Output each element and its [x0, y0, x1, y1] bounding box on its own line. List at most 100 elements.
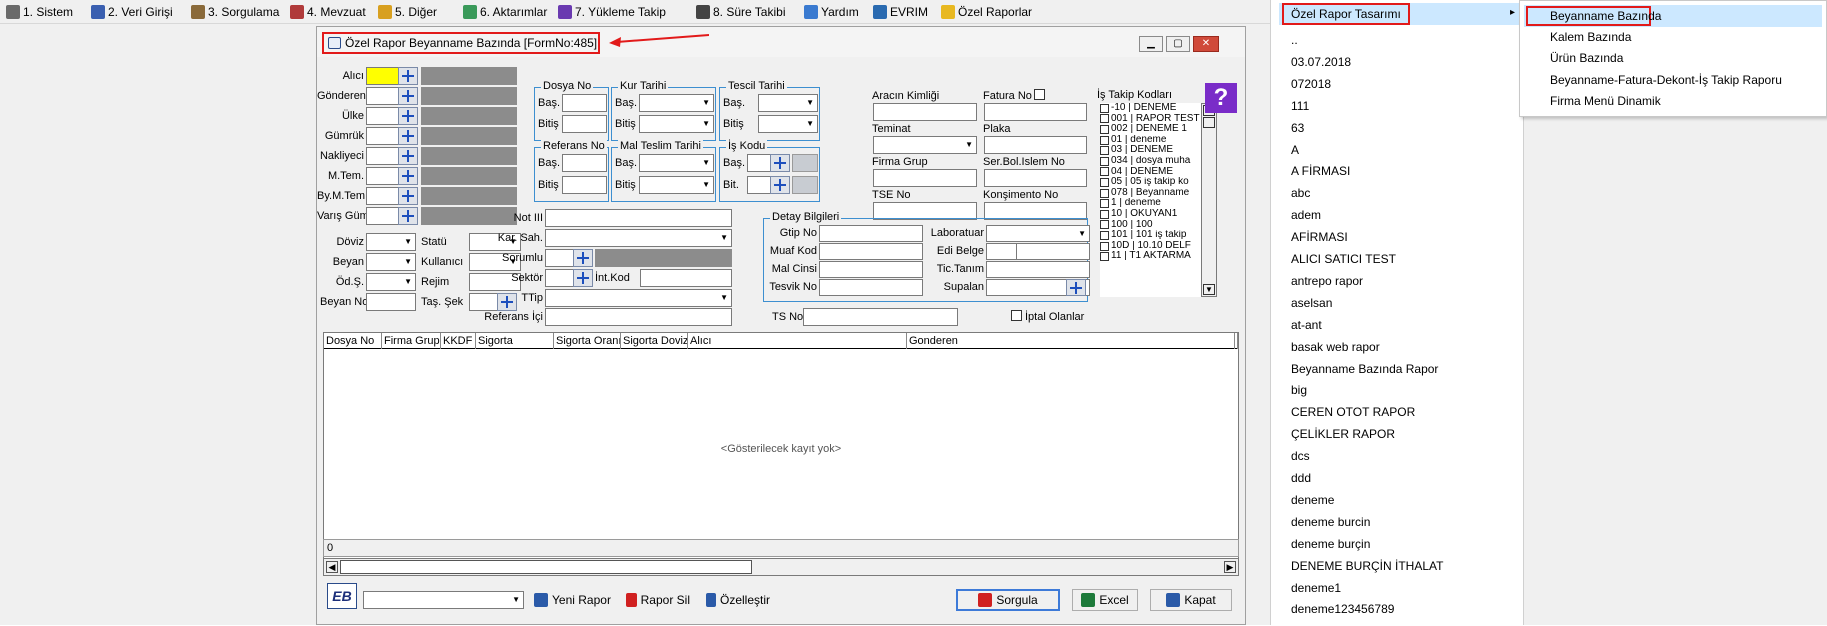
context-menu-item[interactable]: CEREN OTOT RAPOR [1291, 405, 1415, 419]
mal_cinsi-input[interactable] [819, 261, 923, 278]
menu-item-0[interactable]: 1. Sistem [6, 4, 73, 20]
edi-belge-extra[interactable] [1016, 243, 1090, 260]
fatura-no-field[interactable] [984, 103, 1087, 121]
iptal-checkbox[interactable] [1011, 310, 1022, 321]
menu-item-3[interactable]: 4. Mevzuat [290, 4, 366, 20]
lookup-button-1[interactable] [398, 87, 418, 105]
context-menu-item[interactable]: Beyanname Bazında Rapor [1291, 362, 1438, 376]
lookup-button-0[interactable] [398, 67, 418, 85]
is-takip-checkbox[interactable] [1100, 252, 1109, 262]
lookup-button-5[interactable] [398, 167, 418, 185]
beyan-no-input[interactable] [366, 293, 416, 311]
is-takip-item[interactable]: 002 | DENEME 1 [1100, 124, 1201, 135]
context-menu-item[interactable]: antrepo rapor [1291, 274, 1363, 288]
tesvik-input[interactable] [819, 279, 923, 296]
code-input-6[interactable] [366, 187, 400, 205]
lookup-button-3[interactable] [398, 127, 418, 145]
is-takip-item[interactable]: 10D | 10.10 DELF [1100, 241, 1201, 252]
is-takip-item[interactable]: 1 | deneme [1100, 198, 1201, 209]
scroll-down-icon[interactable]: ▼ [1203, 284, 1215, 295]
report-select[interactable] [363, 591, 524, 609]
int-kod-input[interactable] [640, 269, 732, 287]
ods-select[interactable] [366, 273, 416, 291]
plaka-field[interactable] [984, 136, 1087, 154]
lookup-button-4[interactable] [398, 147, 418, 165]
is-takip-checkbox[interactable] [1100, 188, 1109, 198]
submenu-item[interactable]: Beyanname Bazında [1550, 9, 1661, 23]
is-takip-checkbox[interactable] [1100, 177, 1109, 187]
is-takip-checkbox[interactable] [1100, 124, 1109, 134]
context-menu-item[interactable]: A FİRMASI [1291, 164, 1350, 178]
context-menu-item[interactable]: aselsan [1291, 296, 1332, 310]
is-takip-checkbox[interactable] [1100, 199, 1109, 209]
scroll-thumb[interactable] [1203, 117, 1215, 128]
grid-column-header[interactable]: Sigorta [476, 333, 554, 349]
is-takip-checkbox[interactable] [1100, 146, 1109, 156]
firma-grup-field[interactable] [873, 169, 977, 187]
context-menu-item[interactable]: deneme123456789 [1291, 602, 1394, 616]
context-menu-item[interactable]: AFİRMASI [1291, 230, 1348, 244]
kar_sah-field[interactable] [545, 229, 732, 247]
sektor-input[interactable] [545, 269, 575, 287]
is-takip-checkbox[interactable] [1100, 167, 1109, 177]
context-menu-item[interactable]: .. [1291, 33, 1298, 47]
code-input-4[interactable] [366, 147, 400, 165]
kur-bas-date[interactable] [639, 94, 714, 112]
is-takip-item[interactable]: 001 | RAPOR TEST [1100, 114, 1201, 125]
mal-teslim-bas-date[interactable] [639, 154, 714, 172]
ts-no-input[interactable] [803, 308, 958, 326]
code-input-3[interactable] [366, 127, 400, 145]
context-menu-item[interactable]: deneme1 [1291, 581, 1341, 595]
sektor-lookup[interactable] [573, 269, 593, 287]
is-takip-checkbox[interactable] [1100, 114, 1109, 124]
context-menu-item[interactable]: big [1291, 383, 1307, 397]
ser-bol-field[interactable] [984, 169, 1087, 187]
sil-button[interactable]: Rapor Sil [620, 589, 696, 611]
menu-item-10[interactable]: Özel Raporlar [941, 4, 1032, 20]
context-menu-item[interactable]: A [1291, 143, 1299, 157]
menu-item-1[interactable]: 2. Veri Girişi [91, 4, 173, 20]
kapat-button[interactable]: Kapat [1150, 589, 1232, 611]
ref_ici-field[interactable] [545, 308, 732, 326]
ozel-button[interactable]: Özelleştir [700, 589, 776, 611]
fatura-no-checkbox[interactable] [1034, 89, 1045, 100]
submenu-item[interactable]: Kalem Bazında [1550, 30, 1631, 44]
is-takip-checkbox[interactable] [1100, 135, 1109, 145]
submenu-item[interactable]: Ürün Bazında [1550, 51, 1623, 65]
context-menu-item[interactable]: at-ant [1291, 318, 1322, 332]
scroll-right-icon[interactable]: ▶ [1224, 561, 1236, 573]
context-menu-header[interactable]: Özel Rapor Tasarımı ▸ [1279, 3, 1523, 25]
is-takip-item[interactable]: -10 | DENEME [1100, 103, 1201, 114]
dosya-bitis-input[interactable] [562, 115, 607, 133]
grid-column-header[interactable]: KKDF [441, 333, 476, 349]
context-menu-item[interactable]: deneme burcin [1291, 515, 1370, 529]
is-takip-checkbox[interactable] [1100, 156, 1109, 166]
is-takip-item[interactable]: 078 | Beyanname [1100, 188, 1201, 199]
not3-field[interactable] [545, 209, 732, 227]
context-menu-item[interactable]: ÇELİKLER RAPOR [1291, 427, 1395, 441]
sorumlu-input[interactable] [545, 249, 575, 267]
doviz-select[interactable] [366, 233, 416, 251]
grid-column-header[interactable]: Beyan [1235, 333, 1238, 349]
code-input-2[interactable] [366, 107, 400, 125]
scroll-left-icon[interactable]: ◀ [326, 561, 338, 573]
is-takip-checkbox[interactable] [1100, 230, 1109, 240]
is-takip-list[interactable]: -10 | DENEME 001 | RAPOR TEST 002 | DENEME… [1100, 103, 1201, 297]
is-takip-item[interactable]: 05 | 05 iş takip ko [1100, 177, 1201, 188]
code-input-0[interactable] [366, 67, 400, 85]
context-menu-item[interactable]: 03.07.2018 [1291, 55, 1351, 69]
excel-button[interactable]: Excel [1072, 589, 1138, 611]
menu-item-6[interactable]: 7. Yükleme Takip [558, 4, 666, 20]
submenu-item[interactable]: Firma Menü Dinamik [1550, 94, 1661, 108]
grid-column-header[interactable]: Sigorta Oranı [554, 333, 621, 349]
is-takip-checkbox[interactable] [1100, 220, 1109, 230]
lookup-button-7[interactable] [398, 207, 418, 225]
menu-item-2[interactable]: 3. Sorgulama [191, 4, 279, 20]
is-takip-checkbox[interactable] [1100, 209, 1109, 219]
is-takip-item[interactable]: 100 | 100 [1100, 220, 1201, 231]
code-input-7[interactable] [366, 207, 400, 225]
mal-teslim-bitis-date[interactable] [639, 176, 714, 194]
is-takip-item[interactable]: 11 | T1 AKTARMA [1100, 251, 1201, 262]
code-input-5[interactable] [366, 167, 400, 185]
sorgula-button[interactable]: Sorgula [956, 589, 1060, 611]
